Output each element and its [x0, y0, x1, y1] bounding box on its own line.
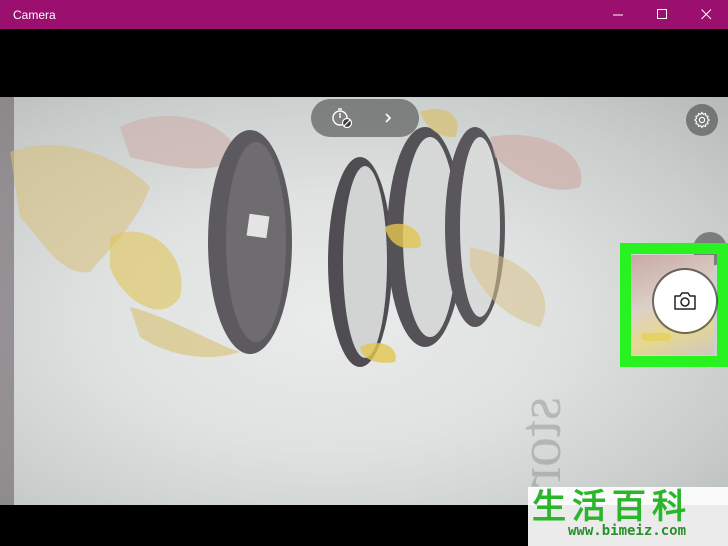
close-button[interactable]	[684, 0, 728, 29]
timer-off-icon	[332, 108, 353, 129]
settings-button[interactable]	[686, 104, 718, 136]
window-title: Camera	[13, 7, 56, 22]
top-toolbar	[311, 99, 419, 137]
gear-icon	[693, 111, 711, 129]
maximize-button[interactable]	[640, 0, 684, 29]
maximize-icon	[656, 9, 667, 19]
title-bar: Camera	[0, 0, 728, 29]
minimize-button[interactable]	[596, 0, 640, 29]
viewfinder-image: story	[0, 97, 582, 505]
camera-viewfinder: story	[0, 97, 728, 505]
photo-timer-button[interactable]	[324, 100, 360, 136]
minimize-icon	[612, 14, 623, 16]
expand-toolbar-button[interactable]	[370, 100, 406, 136]
camera-icon	[674, 292, 696, 310]
close-icon	[700, 9, 711, 20]
camera-app-window: Camera story 生活百科 www.bimeiz.com	[0, 0, 728, 546]
take-photo-button[interactable]	[654, 270, 716, 332]
watermark-url: www.bimeiz.com	[568, 523, 687, 539]
watermark: 生活百科 www.bimeiz.com	[528, 487, 728, 546]
watermark-text: 生活百科	[532, 487, 692, 527]
chevron-right-icon	[385, 113, 392, 123]
